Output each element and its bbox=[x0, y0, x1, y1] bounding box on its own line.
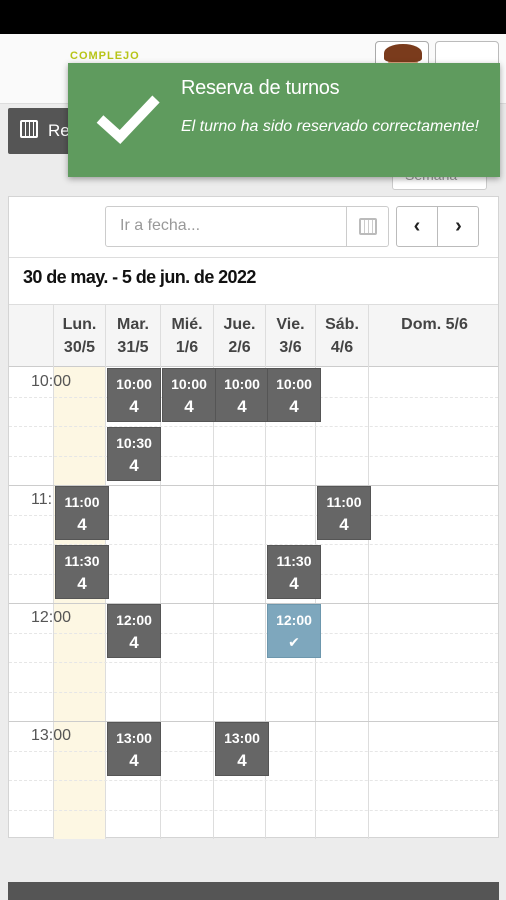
slot-time: 11:00 bbox=[64, 494, 100, 510]
day-name: Dom. 5/6 bbox=[401, 316, 468, 333]
time-slot[interactable]: 10:30 4 bbox=[107, 427, 161, 481]
calendar-icon bbox=[359, 218, 377, 235]
time-label: 10:00 bbox=[31, 373, 72, 390]
slot-count: 4 bbox=[129, 456, 139, 475]
time-slot[interactable]: 13:00 4 bbox=[107, 722, 161, 776]
row-divider bbox=[9, 662, 498, 663]
week-range-title: 30 de may. - 5 de jun. de 2022 bbox=[9, 257, 498, 305]
slot-count: 4 bbox=[129, 633, 139, 652]
slot-count: 4 bbox=[237, 751, 247, 770]
slot-count: 4 bbox=[77, 574, 87, 593]
day-header: Dom. 5/6 bbox=[368, 305, 500, 367]
day-header: Jue. 2/6 bbox=[213, 305, 265, 367]
row-divider bbox=[9, 633, 498, 634]
time-slot[interactable]: 10:00 4 bbox=[267, 368, 321, 422]
day-name: Jue. bbox=[223, 316, 256, 333]
reserved-slot[interactable]: 12:00 ✔ bbox=[267, 604, 321, 658]
time-label: 11: bbox=[31, 491, 53, 508]
day-header: Mar. 31/5 bbox=[105, 305, 160, 367]
slot-count: 4 bbox=[339, 515, 349, 534]
slot-time: 11:00 bbox=[326, 494, 362, 510]
day-header: Vie. 3/6 bbox=[265, 305, 315, 367]
toast-title: Reserva de turnos bbox=[181, 77, 340, 99]
time-slot[interactable]: 11:00 4 bbox=[55, 486, 109, 540]
row-divider bbox=[9, 810, 498, 811]
toast-message: El turno ha sido reservado correctamente… bbox=[181, 118, 479, 135]
slot-count: 4 bbox=[237, 397, 247, 416]
day-name: Mié. bbox=[171, 316, 203, 333]
success-toast[interactable]: Reserva de turnos El turno ha sido reser… bbox=[68, 63, 500, 177]
day-header: Sáb. 4/6 bbox=[315, 305, 368, 367]
time-slot[interactable]: 13:00 4 bbox=[215, 722, 269, 776]
time-slot[interactable]: 11:00 4 bbox=[317, 486, 371, 540]
day-header: Mié. 1/6 bbox=[160, 305, 213, 367]
day-header: Lun. 30/5 bbox=[53, 305, 105, 367]
slot-time: 10:00 bbox=[276, 376, 312, 392]
slot-time: 13:00 bbox=[116, 730, 152, 746]
day-date: 2/6 bbox=[228, 339, 251, 356]
slot-time: 11:30 bbox=[276, 553, 312, 569]
slot-count: 4 bbox=[77, 515, 87, 534]
slot-time: 10:00 bbox=[171, 376, 207, 392]
day-name: Lun. bbox=[62, 316, 97, 333]
slot-count: 4 bbox=[129, 397, 139, 416]
logo[interactable]: COMPLEJO bbox=[70, 50, 140, 62]
avatar-hair bbox=[384, 44, 422, 62]
row-divider bbox=[9, 603, 498, 604]
schedule-grid: 10:00 11: 12:00 13:00 10:00 4 10:00 4 10:00 4 10:0… bbox=[9, 367, 498, 839]
slot-time: 10:00 bbox=[116, 376, 152, 392]
chevron-left-icon[interactable]: ‹ bbox=[397, 207, 438, 246]
day-name: Sáb. bbox=[325, 316, 359, 333]
time-slot[interactable]: 10:00 4 bbox=[215, 368, 269, 422]
slot-count: 4 bbox=[289, 574, 299, 593]
time-slot[interactable]: 10:00 4 bbox=[162, 368, 216, 422]
day-header-row: Lun. 30/5 Mar. 31/5 Mié. 1/6 Jue. 2/6 Vie. 3/6 Sáb… bbox=[9, 305, 498, 367]
calendar-icon bbox=[20, 120, 38, 138]
row-divider bbox=[9, 456, 498, 457]
date-picker[interactable] bbox=[105, 206, 389, 247]
calendar-panel: ‹ › 30 de may. - 5 de jun. de 2022 Lun. 3… bbox=[8, 196, 499, 839]
time-label: 12:00 bbox=[31, 609, 72, 626]
day-date: 30/5 bbox=[63, 339, 96, 356]
check-icon: ✔ bbox=[288, 634, 300, 650]
calendar-toolbar: ‹ › bbox=[9, 197, 498, 257]
week-nav: ‹ › bbox=[396, 206, 479, 247]
day-date: 3/6 bbox=[279, 339, 302, 356]
row-divider bbox=[9, 426, 498, 427]
slot-time: 12:00 bbox=[116, 612, 152, 628]
slot-count: 4 bbox=[289, 397, 299, 416]
slot-count: 4 bbox=[184, 397, 194, 416]
row-divider bbox=[9, 692, 498, 693]
date-search-input[interactable] bbox=[120, 217, 340, 235]
slot-time: 13:00 bbox=[224, 730, 260, 746]
time-slot[interactable]: 10:00 4 bbox=[107, 368, 161, 422]
day-date: 4/6 bbox=[330, 339, 354, 356]
slot-time: 11:30 bbox=[64, 553, 100, 569]
slot-time: 10:30 bbox=[116, 435, 152, 451]
time-slot[interactable]: 12:00 4 bbox=[107, 604, 161, 658]
time-slot[interactable]: 11:30 4 bbox=[55, 545, 109, 599]
bottom-bar bbox=[8, 882, 499, 900]
time-label: 13:00 bbox=[31, 727, 72, 744]
date-picker-button[interactable] bbox=[346, 207, 388, 246]
row-divider bbox=[9, 780, 498, 781]
day-date: 31/5 bbox=[117, 339, 149, 356]
day-name: Mar. bbox=[116, 316, 149, 333]
checkmark-icon bbox=[96, 95, 160, 144]
slot-time: 10:00 bbox=[224, 376, 260, 392]
reservas-label: Re bbox=[48, 121, 70, 140]
slot-time: 12:00 bbox=[276, 612, 312, 628]
chevron-right-icon[interactable]: › bbox=[438, 207, 479, 246]
day-date: 1/6 bbox=[175, 339, 199, 356]
day-name: Vie. bbox=[276, 316, 305, 333]
time-slot[interactable]: 11:30 4 bbox=[267, 545, 321, 599]
slot-count: 4 bbox=[129, 751, 139, 770]
status-bar bbox=[0, 0, 506, 34]
